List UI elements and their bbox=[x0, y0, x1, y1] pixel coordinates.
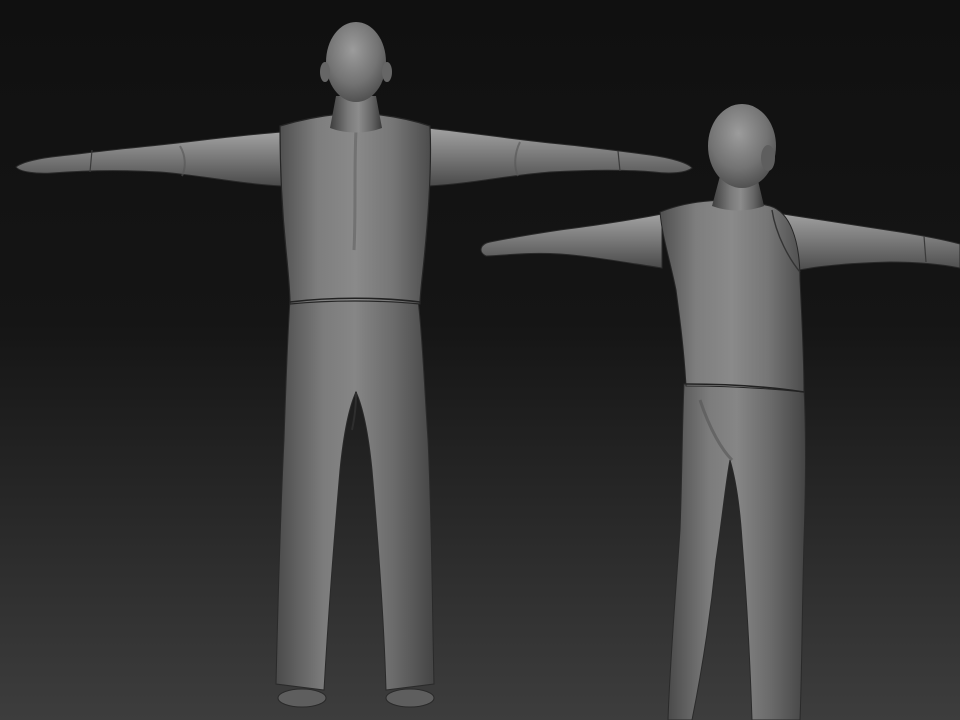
right-ear bbox=[382, 62, 392, 82]
left-ear bbox=[320, 62, 330, 82]
spine-shade bbox=[352, 129, 358, 251]
left-shoe bbox=[277, 688, 327, 708]
background bbox=[0, 0, 960, 720]
ear-quarter bbox=[761, 145, 775, 171]
render-viewport bbox=[0, 0, 960, 720]
render-canvas bbox=[0, 0, 960, 720]
head bbox=[326, 22, 386, 102]
right-shoe bbox=[385, 688, 435, 708]
